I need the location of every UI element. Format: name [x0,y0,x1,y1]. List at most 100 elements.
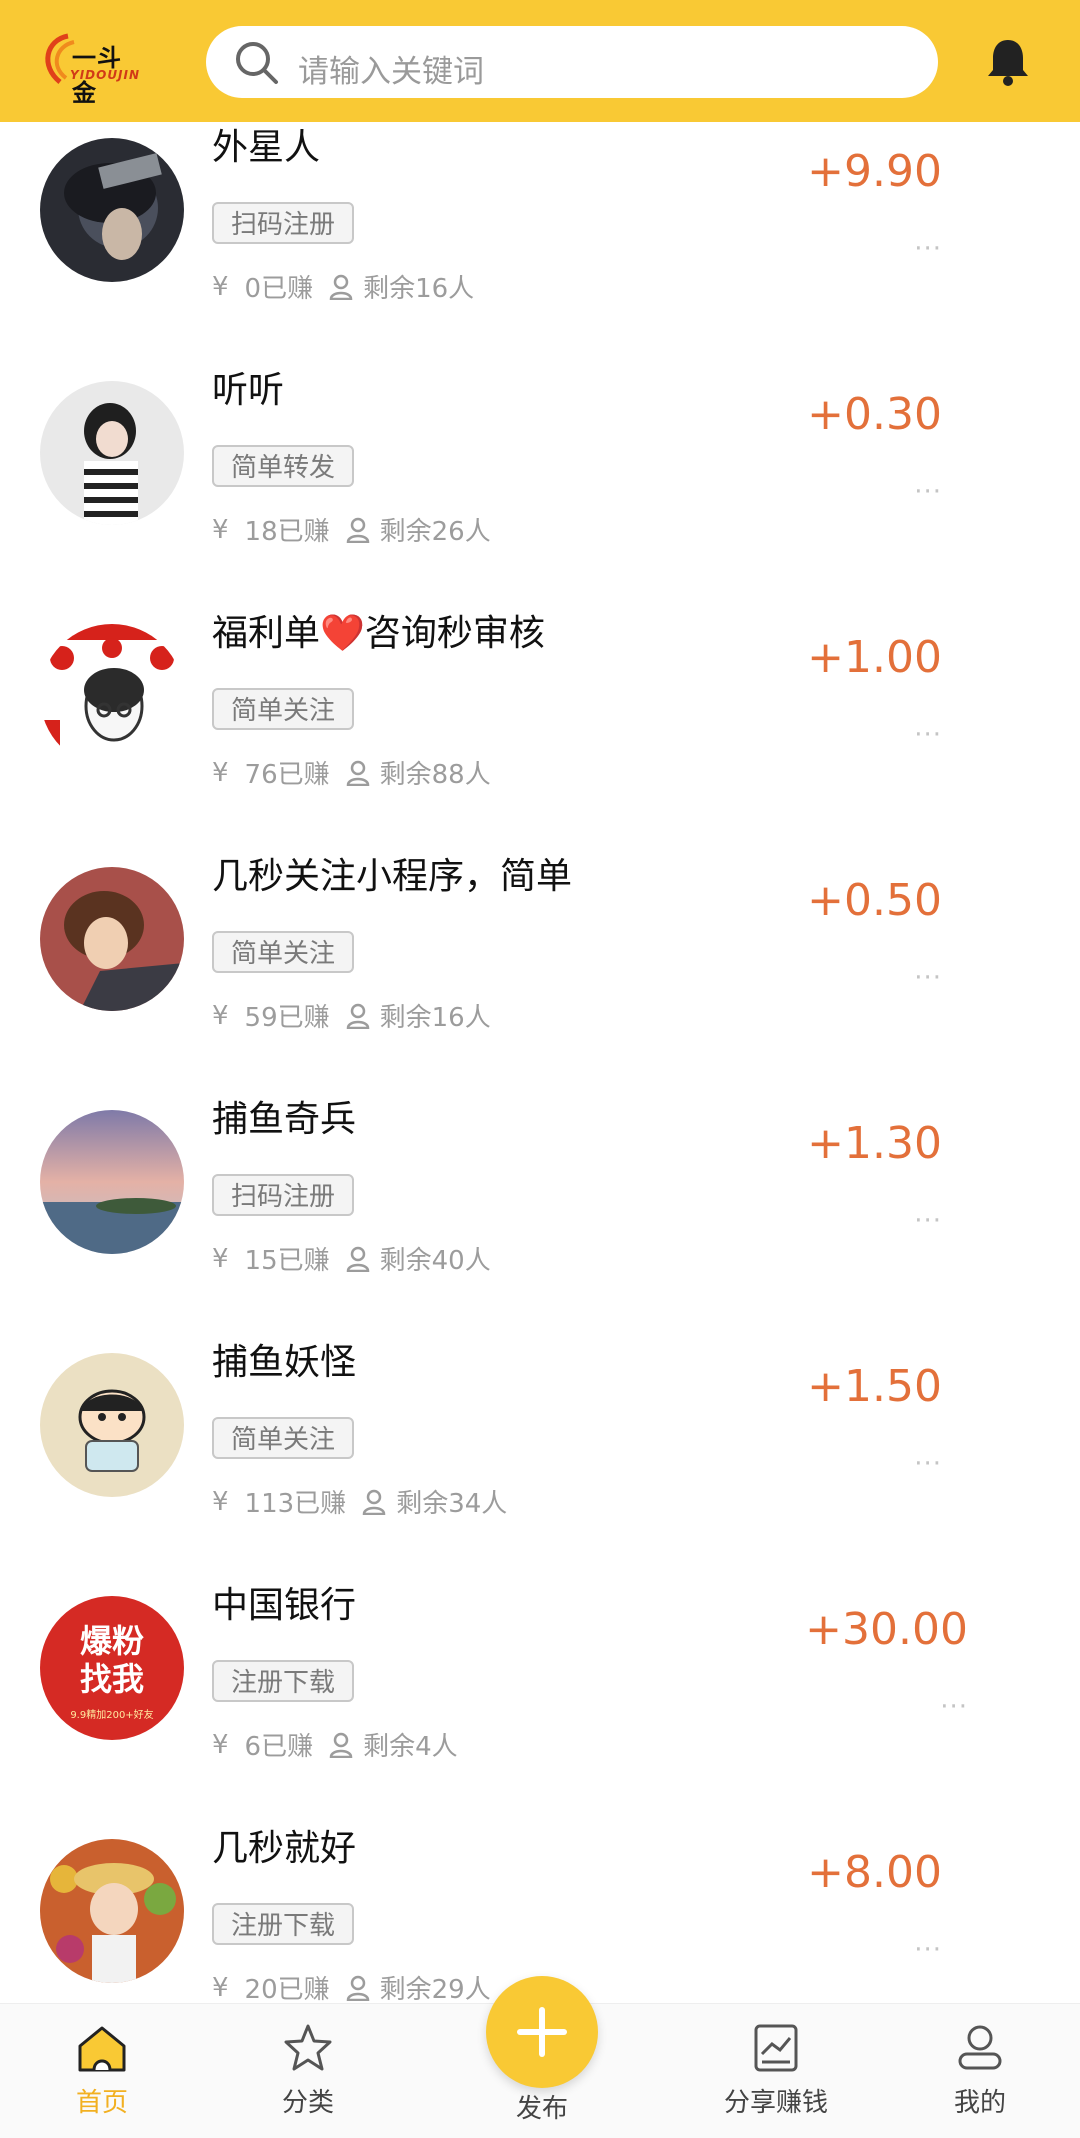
remaining-count: 剩余16人 [363,274,475,304]
remaining-count: 剩余34人 [396,1489,508,1519]
earned-count: 6已赚 [244,1732,314,1762]
task-row[interactable]: 爆粉 找我 9.9精加200+好友 中国银行 注册下载 ¥6已赚 剩余4人 +30… [0,1580,1080,1823]
more-icon[interactable]: ··· [914,1206,942,1236]
task-title: 捕鱼妖怪 [212,1342,357,1383]
task-title: 几秒关注小程序，简单 [212,856,573,897]
avatar: 爆粉 找我 9.9精加200+好友 [40,1596,184,1740]
person-icon [329,274,353,300]
earned-count: 59已赚 [244,1003,330,1033]
avatar [40,1839,184,1983]
task-title: 捕鱼奇兵 [212,1099,357,1140]
task-meta: ¥0已赚 剩余16人 [212,268,474,305]
avatar-caption: 9.9精加200+好友 [70,1710,154,1721]
tab-share-earn[interactable]: 分享赚钱 [716,2022,836,2119]
remaining-count: 剩余16人 [379,1003,491,1033]
user-icon [958,2025,1002,2070]
more-icon[interactable]: ··· [914,234,942,264]
star-icon [284,2024,332,2071]
person-icon [346,1246,369,1272]
earned-count: 0已赚 [244,274,314,304]
tab-mine-label: 我的 [953,2088,1006,2118]
task-row[interactable]: 福利单❤️咨询秒审核 简单关注 ¥76已赚 剩余88人 +1.00 ··· [0,608,1080,851]
task-tag: 注册下载 [212,1660,355,1702]
tab-home-label: 首页 [75,2088,128,2118]
remaining-count: 剩余26人 [379,517,491,547]
task-title: 外星人 [212,127,321,168]
task-reward: +9.90 [807,146,942,197]
search-icon [236,42,278,84]
task-reward: +1.30 [807,1118,942,1169]
person-icon [346,1003,369,1029]
earned-count: 20已赚 [244,1975,330,2005]
task-reward: +0.30 [807,389,942,440]
yen-icon: ¥ [212,271,229,302]
task-tag: 简单关注 [212,688,355,730]
task-row[interactable]: 外星人 扫码注册 ¥0已赚 剩余16人 +9.90 ··· [0,122,1080,365]
yen-icon: ¥ [212,514,229,545]
person-icon [346,517,369,543]
task-meta: ¥6已赚 剩余4人 [212,1726,458,1763]
task-title: 听听 [212,370,285,411]
more-icon[interactable]: ··· [914,1935,942,1965]
more-icon[interactable]: ··· [914,963,942,993]
tab-share-earn-label: 分享赚钱 [723,2088,828,2118]
person-icon [346,760,369,786]
search-placeholder: 请输入关键词 [298,54,484,90]
person-icon [346,1975,369,2001]
task-row[interactable]: 捕鱼奇兵 扫码注册 ¥15已赚 剩余40人 +1.30 ··· [0,1094,1080,1337]
yen-icon: ¥ [212,1243,229,1274]
task-row[interactable]: 几秒关注小程序，简单 简单关注 ¥59已赚 剩余16人 +0.50 ··· [0,851,1080,1094]
app-logo[interactable]: 一斗金 YIDOUJIN [38,30,142,107]
avatar [40,1110,184,1254]
avatar [40,867,184,1011]
task-title: 几秒就好 [212,1828,357,1869]
more-icon[interactable]: ··· [940,1692,968,1722]
tab-category[interactable]: 分类 [248,2022,368,2119]
task-meta: ¥113已赚 剩余34人 [212,1483,507,1520]
task-tag: 注册下载 [212,1903,355,1945]
task-tag: 扫码注册 [212,1174,355,1216]
task-row[interactable]: 捕鱼妖怪 简单关注 ¥113已赚 剩余34人 +1.50 ··· [0,1337,1080,1580]
avatar [40,381,184,525]
remaining-count: 剩余4人 [363,1732,458,1762]
earned-count: 18已赚 [244,517,330,547]
task-reward: +30.00 [805,1604,968,1655]
avatar [40,138,184,282]
person-icon [362,1489,386,1515]
task-row[interactable]: 听听 简单转发 ¥18已赚 剩余26人 +0.30 ··· [0,365,1080,608]
task-meta: ¥59已赚 剩余16人 [212,997,491,1034]
tab-home[interactable]: 首页 [42,2022,162,2119]
chart-board-icon [754,2024,798,2072]
remaining-count: 剩余88人 [379,760,491,790]
avatar [40,624,184,768]
search-input[interactable]: 请输入关键词 [206,26,938,98]
remaining-count: 剩余29人 [379,1975,491,2005]
task-meta: ¥15已赚 剩余40人 [212,1240,491,1277]
earned-count: 113已赚 [244,1489,347,1519]
more-icon[interactable]: ··· [914,477,942,507]
tab-mine[interactable]: 我的 [920,2022,1040,2119]
publish-button[interactable] [486,1976,598,2088]
more-icon[interactable]: ··· [914,1449,942,1479]
task-meta: ¥20已赚 剩余29人 [212,1969,491,2006]
yen-icon: ¥ [212,1486,229,1517]
task-reward: +1.50 [807,1361,942,1412]
remaining-count: 剩余40人 [379,1246,491,1276]
tab-category-label: 分类 [281,2088,334,2118]
logo-subtext: YIDOUJIN [70,68,141,82]
task-reward: +1.00 [807,632,942,683]
top-bar: 一斗金 YIDOUJIN 请输入关键词 [0,0,1080,122]
task-reward: +8.00 [807,1847,942,1898]
task-tag: 简单转发 [212,445,355,487]
person-icon [329,1732,353,1758]
task-tag: 扫码注册 [212,202,355,244]
more-icon[interactable]: ··· [914,720,942,750]
yen-icon: ¥ [212,1000,229,1031]
avatar-text-bottom: 找我 [79,1660,144,1698]
avatar-text-top: 爆粉 [79,1622,144,1660]
task-meta: ¥18已赚 剩余26人 [212,511,491,548]
task-tag: 简单关注 [212,1417,355,1459]
task-title: 福利单❤️咨询秒审核 [212,613,545,654]
publish-label: 发布 [515,2094,568,2124]
bell-icon[interactable] [985,36,1031,88]
